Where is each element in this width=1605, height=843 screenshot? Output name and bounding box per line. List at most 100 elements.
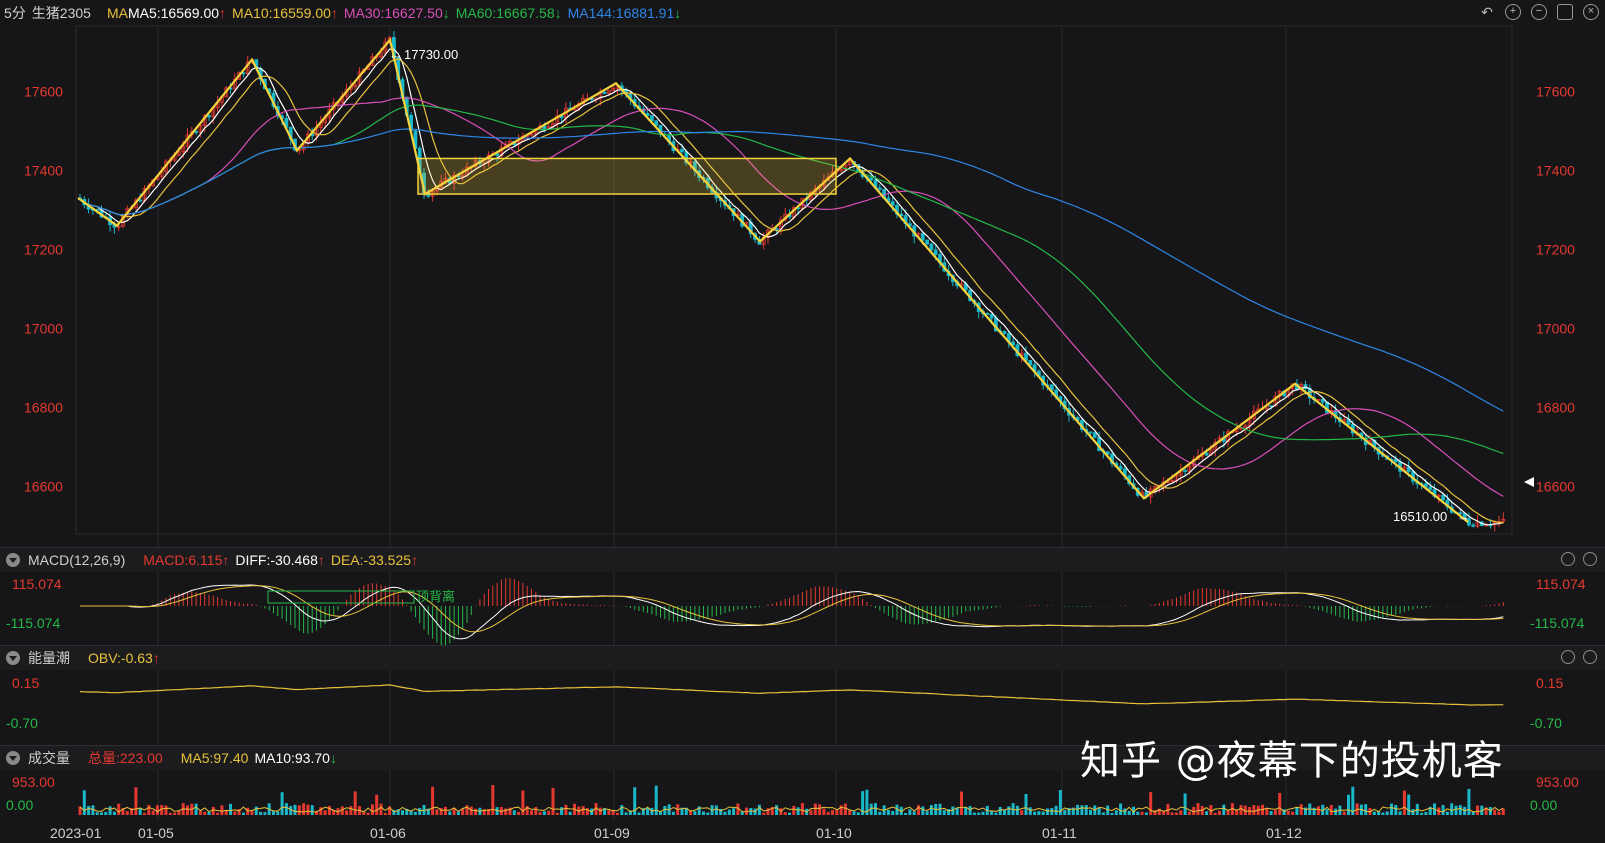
- obv-bottom-right: -0.70: [1530, 715, 1562, 731]
- volume-bar: [1050, 808, 1054, 815]
- volume-bar: [818, 804, 822, 815]
- volume-bar: [775, 805, 779, 815]
- volume-bar: [1501, 808, 1505, 815]
- volume-bar: [921, 806, 925, 815]
- settings-icon[interactable]: [1583, 552, 1597, 566]
- volume-bar: [211, 806, 215, 815]
- volume-bar: [177, 810, 181, 815]
- volume-bar: [646, 808, 650, 815]
- volume-bar: [1467, 788, 1471, 815]
- obv-arrow: ↑: [152, 650, 160, 666]
- volume-bar: [1028, 807, 1032, 815]
- macd-pane-buttons: [1561, 552, 1597, 566]
- volume-bar: [306, 804, 310, 815]
- volume-bar: [1020, 810, 1024, 815]
- volume-bar: [1325, 809, 1329, 815]
- candle-body: [933, 249, 938, 255]
- volume-bar: [1278, 792, 1282, 815]
- volume-bar: [1445, 811, 1449, 815]
- volume-bar: [134, 787, 138, 815]
- candle-body: [1204, 452, 1209, 456]
- candle-body: [207, 115, 211, 118]
- volume-bar: [1347, 794, 1350, 815]
- macd-top-left: 115.074: [12, 576, 62, 592]
- macd-value: MACD:6.115: [143, 552, 223, 568]
- volume-bar: [173, 812, 177, 815]
- volume-bar: [87, 805, 91, 815]
- volume-bar: [886, 809, 890, 815]
- volume-bar: [1175, 812, 1178, 815]
- volume-bar: [663, 806, 667, 815]
- volume-bar: [1037, 811, 1041, 815]
- volume-bar: [1089, 809, 1092, 815]
- collapse-icon[interactable]: [6, 751, 20, 765]
- obv-bottom-left: -0.70: [6, 715, 38, 731]
- volume-ma5: MA5:97.40: [180, 750, 249, 766]
- collapse-icon[interactable]: [6, 553, 20, 567]
- volume-bar: [607, 810, 611, 815]
- volume-bar: [723, 811, 727, 815]
- price-chart[interactable]: 17600 17400 17200 17000 16800 16600 17600 1740…: [0, 0, 1605, 843]
- volume-bar: [203, 811, 207, 815]
- diff-value: DIFF:-30.468: [235, 552, 318, 568]
- volume-bar: [1398, 811, 1402, 815]
- volume-bar: [757, 804, 761, 815]
- obv-line: [79, 684, 1504, 706]
- candle-body: [680, 148, 684, 153]
- volume-bar: [637, 812, 641, 815]
- volume-bar: [259, 811, 263, 815]
- price-tick-right: 17600: [1536, 83, 1575, 99]
- price-tick-left: 17000: [24, 320, 63, 336]
- volume-bar: [323, 810, 327, 815]
- volume-bar: [319, 807, 323, 815]
- x-axis-label: 01-10: [816, 825, 852, 841]
- collapse-icon[interactable]: [6, 651, 20, 665]
- volume-bar: [551, 787, 555, 815]
- volume-bar: [448, 811, 452, 815]
- volume-bar: [564, 804, 568, 815]
- candle-body: [1269, 405, 1273, 407]
- volume-bar: [1196, 803, 1200, 815]
- volume-bar: [585, 808, 589, 815]
- candle-body: [194, 131, 199, 133]
- volume-bar: [998, 806, 1002, 815]
- price-tick-right: 16600: [1536, 479, 1575, 495]
- candle-body: [774, 228, 779, 231]
- volume-bar: [1476, 805, 1479, 815]
- volume-bar: [435, 809, 439, 815]
- watermark: 知乎 @夜幕下的投机客: [1080, 738, 1504, 784]
- volume-bar: [904, 812, 908, 815]
- ma5-line: [79, 48, 1504, 526]
- volume-bar: [762, 812, 766, 815]
- volume-bar: [706, 812, 710, 815]
- settings-icon[interactable]: [1583, 650, 1597, 664]
- obv-value: OBV:-0.63: [88, 650, 153, 666]
- volume-bar: [616, 812, 619, 815]
- volume-bar: [581, 806, 585, 815]
- volume-bar: [1063, 810, 1067, 815]
- volume-bar: [981, 811, 985, 815]
- volume-bar: [843, 803, 847, 815]
- volume-bar: [624, 812, 628, 815]
- volume-bar: [848, 810, 852, 815]
- obv-pane-header: 能量潮 OBV:-0.63 ↑: [0, 645, 1605, 670]
- volume-bar: [1205, 811, 1209, 815]
- volume-bar: [125, 811, 129, 815]
- volume-bar: [401, 810, 404, 815]
- volume-bar: [1076, 804, 1080, 815]
- volume-bar: [241, 812, 245, 815]
- volume-bar: [207, 811, 211, 815]
- close-icon[interactable]: [1561, 552, 1575, 566]
- volume-bar: [517, 811, 521, 815]
- candle-body: [890, 201, 895, 206]
- volume-bar: [942, 810, 946, 815]
- candle-body: [1002, 331, 1007, 334]
- volume-bar: [1394, 804, 1398, 815]
- price-tick-right: 17000: [1536, 320, 1575, 336]
- candle-body: [920, 233, 925, 241]
- volume-bar: [813, 803, 817, 815]
- volume-bar: [1316, 806, 1320, 815]
- close-icon[interactable]: [1561, 650, 1575, 664]
- volume-bar: [444, 806, 447, 815]
- volume-bar: [1144, 812, 1148, 815]
